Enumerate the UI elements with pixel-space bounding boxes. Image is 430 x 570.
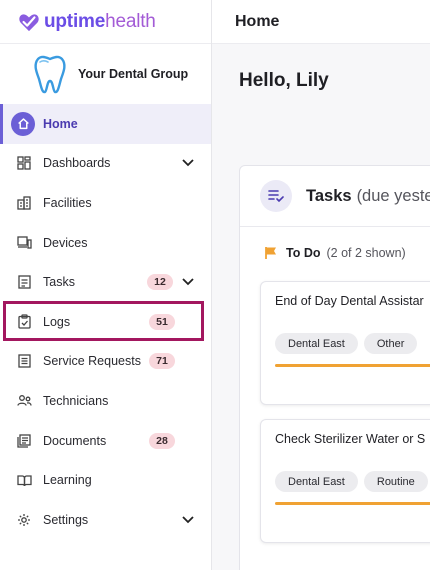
sidebar-item-label: Tasks (43, 275, 75, 290)
topbar: Home (212, 0, 430, 44)
tasks-subtitle: (due yeste (356, 186, 430, 205)
sidebar-item-label: Logs (43, 314, 71, 329)
sidebar-item-devices[interactable]: Devices (0, 223, 211, 263)
service-requests-count-badge: 71 (149, 353, 175, 370)
documents-count-badge: 28 (149, 432, 175, 449)
sidebar-nav: Home Dashboards Facilities Devices Tasks… (0, 104, 211, 540)
heart-logo-icon (19, 13, 39, 31)
sidebar-item-tasks[interactable]: Tasks 12 (0, 262, 211, 302)
sidebar-item-settings[interactable]: Settings (0, 500, 211, 540)
sidebar-item-home[interactable]: Home (0, 104, 211, 144)
sidebar-item-label: Settings (43, 512, 89, 527)
task-title: End of Day Dental Assistar (275, 294, 424, 308)
sidebar: uptimehealth Your Dental Group Home Dash… (0, 0, 212, 570)
gear-icon (16, 512, 32, 528)
sidebar-item-label: Documents (43, 433, 107, 448)
sidebar-item-label: Technicians (43, 393, 109, 408)
chevron-down-icon[interactable] (181, 513, 195, 527)
page-title: Home (235, 12, 280, 30)
sidebar-item-documents[interactable]: Documents 28 (0, 421, 211, 461)
tag-category: Other (363, 333, 418, 354)
sidebar-item-facilities[interactable]: Facilities (0, 183, 211, 223)
brand-text-health: health (105, 10, 156, 32)
flag-icon (265, 247, 276, 259)
dashboard-icon (16, 155, 32, 171)
tasks-title: Tasks (306, 186, 352, 205)
sidebar-item-label: Service Requests (43, 354, 141, 369)
documents-icon (16, 433, 32, 449)
sidebar-item-dashboards[interactable]: Dashboards (0, 144, 211, 184)
learning-icon (16, 472, 32, 488)
clipboard-icon (16, 314, 32, 330)
task-title: Check Sterilizer Water or S (275, 432, 426, 446)
todo-section-header: To Do (2 of 2 shown) (264, 246, 406, 260)
building-icon (16, 195, 32, 211)
tag-category: Routine (363, 471, 428, 492)
task-card[interactable]: Check Sterilizer Water or S Dental East … (260, 419, 430, 543)
tasks-count-badge: 12 (147, 274, 173, 291)
tag-location: Dental East (275, 333, 358, 354)
tag-location: Dental East (275, 471, 358, 492)
sidebar-item-label: Home (43, 116, 78, 131)
brand-text-uptime: uptime (44, 10, 106, 32)
sidebar-item-label: Facilities (43, 195, 92, 210)
tooth-logo-icon (34, 55, 66, 94)
task-card[interactable]: End of Day Dental Assistar Dental East O… (260, 281, 430, 405)
todo-title: To Do (286, 246, 321, 260)
main-content: Hello, Lily Tasks (due yeste To Do (2 of… (212, 44, 430, 570)
sidebar-item-label: Devices (43, 235, 88, 250)
sidebar-item-learning[interactable]: Learning (0, 460, 211, 500)
task-list-icon (260, 180, 292, 212)
sidebar-item-service-requests[interactable]: Service Requests 71 (0, 342, 211, 382)
tasks-icon (16, 274, 32, 290)
task-progress-bar (275, 364, 430, 367)
service-requests-icon (16, 353, 32, 369)
chevron-down-icon[interactable] (181, 156, 195, 170)
sidebar-item-logs[interactable]: Logs 51 (0, 302, 211, 342)
brand-logo[interactable]: uptimehealth (0, 0, 211, 44)
logs-count-badge: 51 (149, 313, 175, 330)
task-tags: Dental East Routine (275, 471, 428, 492)
home-icon (11, 111, 35, 136)
tasks-card-header: Tasks (due yeste (240, 166, 430, 227)
tasks-card: Tasks (due yeste To Do (2 of 2 shown) En… (239, 165, 430, 570)
task-progress-bar (275, 502, 430, 505)
todo-count: (2 of 2 shown) (326, 246, 406, 260)
task-tags: Dental East Other (275, 333, 418, 354)
devices-icon (16, 235, 32, 251)
sidebar-item-label: Learning (43, 473, 92, 488)
sidebar-item-technicians[interactable]: Technicians (0, 381, 211, 421)
chevron-down-icon[interactable] (181, 275, 195, 289)
org-name: Your Dental Group (78, 67, 189, 81)
greeting: Hello, Lily (239, 70, 329, 91)
org-switcher[interactable]: Your Dental Group (0, 44, 211, 104)
technicians-icon (16, 393, 32, 409)
sidebar-item-label: Dashboards (43, 156, 111, 171)
